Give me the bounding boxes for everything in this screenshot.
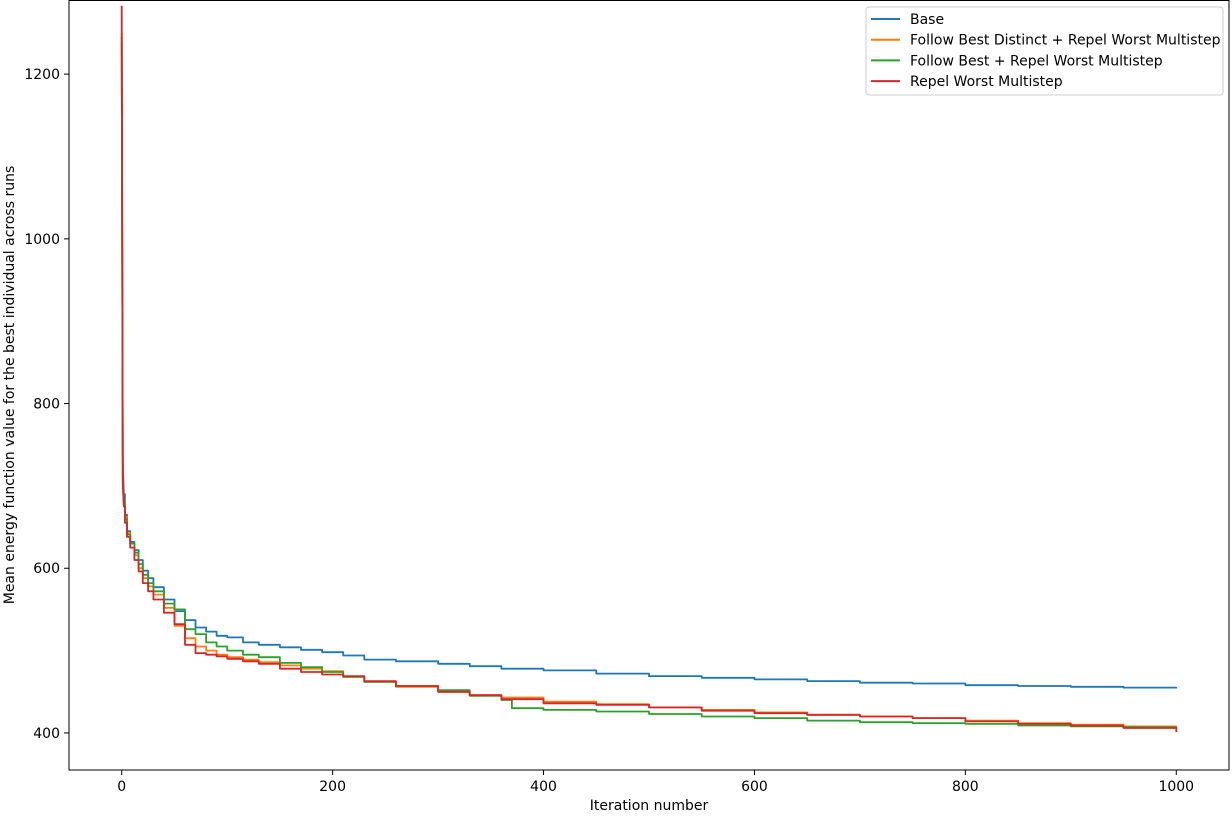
legend-label-3: Follow Best + Repel Worst Multistep — [910, 53, 1163, 69]
x-tick-label: 600 — [741, 779, 768, 795]
series-layer — [120, 5, 1178, 733]
legend: Base Follow Best Distinct + Repel Worst M… — [865, 6, 1224, 96]
legend-label-4: Repel Worst Multistep — [910, 74, 1063, 90]
y-tick-label: 800 — [33, 397, 60, 413]
x-tick-label: 200 — [319, 779, 346, 795]
x-axis-label: Iteration number — [590, 798, 709, 814]
y-tick-label: 1000 — [24, 232, 60, 248]
x-tick-label: 400 — [530, 779, 557, 795]
series-line-1 — [120, 41, 1178, 689]
line-chart: 0 200 400 600 800 1000 400 600 800 1000 1200 Itera… — [2, 0, 1230, 814]
x-tick-label: 1000 — [1158, 779, 1194, 795]
x-tick-label: 800 — [952, 779, 979, 795]
y-tick-label: 600 — [33, 561, 60, 577]
x-tick-label: 0 — [117, 779, 126, 795]
y-tick-label: 1200 — [24, 67, 60, 83]
legend-label-1: Base — [910, 12, 944, 28]
y-tick-label: 400 — [33, 726, 60, 742]
series-line-4 — [120, 5, 1178, 733]
chart-root: 0 200 400 600 800 1000 400 600 800 1000 1200 Itera… — [0, 0, 1232, 816]
legend-label-2: Follow Best Distinct + Repel Worst Multi… — [910, 33, 1221, 49]
series-line-3 — [120, 37, 1178, 729]
series-line-2 — [120, 32, 1178, 728]
y-axis-label: Mean energy function value for the best … — [2, 166, 18, 605]
